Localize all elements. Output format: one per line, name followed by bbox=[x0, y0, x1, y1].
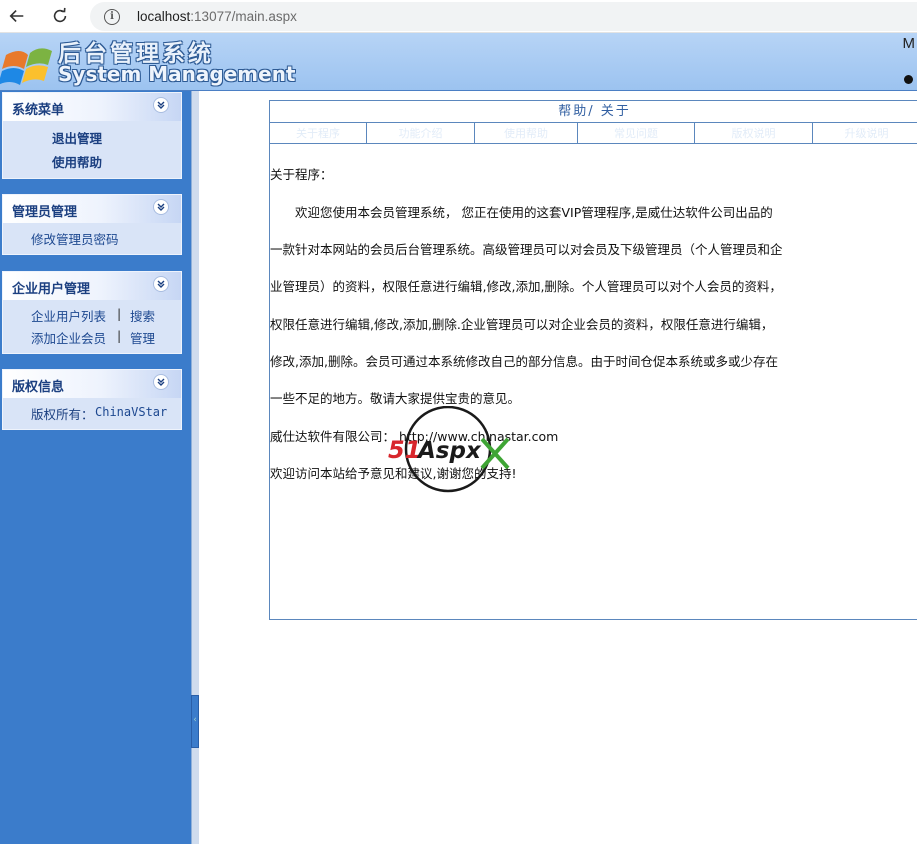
panel-admin-management: 管理员管理 修改管理员密码 bbox=[2, 194, 182, 255]
collapse-icon[interactable] bbox=[153, 276, 169, 292]
panel-title: 版权信息 bbox=[12, 380, 65, 395]
tab-about[interactable]: 关于程序 bbox=[270, 123, 367, 144]
tab-features[interactable]: 功能介绍 bbox=[367, 123, 475, 144]
panel-header[interactable]: 管理员管理 bbox=[3, 195, 181, 223]
app-subtitle: System Management bbox=[58, 62, 296, 86]
main-content: 帮助/ 关于 关于程序 功能介绍 使用帮助 常见问题 版权说明 升级说明 关于程… bbox=[199, 91, 917, 844]
browser-toolbar: i localhost:13077/main.aspx bbox=[0, 0, 917, 33]
panel-system-menu: 系统菜单 退出管理 使用帮助 bbox=[2, 92, 182, 179]
help-panel-title: 帮助/ 关于 bbox=[270, 101, 917, 123]
separator: | bbox=[117, 306, 122, 321]
address-bar[interactable]: i localhost:13077/main.aspx bbox=[90, 2, 917, 31]
header-right-label: M bbox=[902, 35, 916, 52]
panel-enterprise-users: 企业用户管理 企业用户列表 | 搜索 添加企业会员 | 管理 bbox=[2, 271, 182, 354]
separator: | bbox=[117, 328, 122, 343]
about-line: 业管理员）的资料，权限任意进行编辑,修改,添加,删除。个人管理员可以对个人会员的… bbox=[270, 279, 782, 294]
collapse-icon[interactable] bbox=[153, 97, 169, 113]
copyright-owner: ChinaVStar bbox=[95, 405, 168, 419]
watermark-logo: 51 Aspx bbox=[388, 406, 510, 493]
reload-icon[interactable] bbox=[47, 4, 73, 28]
tab-faq[interactable]: 常见问题 bbox=[578, 123, 695, 144]
tab-upgrade[interactable]: 升级说明 bbox=[813, 123, 917, 144]
url-host: localhost bbox=[137, 9, 191, 24]
manage-link[interactable]: 管理 bbox=[130, 328, 155, 347]
header-dot bbox=[904, 75, 913, 84]
panel-header[interactable]: 系统菜单 bbox=[3, 93, 181, 121]
copyright-label: 版权所有： bbox=[31, 407, 94, 422]
panel-header[interactable]: 企业用户管理 bbox=[3, 272, 181, 300]
back-arrow-icon[interactable] bbox=[4, 4, 30, 28]
url-path: :13077/main.aspx bbox=[190, 9, 297, 24]
enterprise-user-list-link[interactable]: 企业用户列表 bbox=[31, 306, 106, 325]
panel-title: 系统菜单 bbox=[12, 103, 65, 118]
sidebar: 系统菜单 退出管理 使用帮助 管理员管理 修改管理员密码 企业用户管理 企业用户… bbox=[0, 91, 191, 844]
collapse-icon[interactable] bbox=[153, 374, 169, 390]
app-header: 后台管理系统 System Management M bbox=[0, 33, 917, 91]
help-panel: 帮助/ 关于 关于程序 功能介绍 使用帮助 常见问题 版权说明 升级说明 关于程… bbox=[269, 100, 917, 620]
panel-copyright: 版权信息 版权所有： ChinaVStar bbox=[2, 369, 182, 430]
about-line: 修改,添加,删除。会员可通过本系统修改自己的部分信息。由于时间仓促本系统或多或少… bbox=[270, 354, 778, 369]
search-link[interactable]: 搜索 bbox=[130, 306, 155, 325]
site-info-icon[interactable]: i bbox=[104, 8, 120, 25]
windows-logo-icon bbox=[0, 48, 52, 85]
about-line: 一些不足的地方。敬请大家提供宝贵的意见。 bbox=[270, 391, 521, 406]
svg-text:51: 51 bbox=[388, 436, 421, 464]
logout-link[interactable]: 退出管理 bbox=[52, 128, 102, 147]
about-heading: 关于程序： bbox=[270, 167, 333, 182]
collapse-arrow-icon: ‹ bbox=[193, 715, 197, 725]
tab-copyright[interactable]: 版权说明 bbox=[695, 123, 813, 144]
tab-usage-help[interactable]: 使用帮助 bbox=[475, 123, 578, 144]
help-tabs: 关于程序 功能介绍 使用帮助 常见问题 版权说明 升级说明 bbox=[270, 123, 917, 144]
change-admin-password-link[interactable]: 修改管理员密码 bbox=[31, 229, 119, 248]
svg-text:Aspx: Aspx bbox=[416, 438, 482, 464]
collapse-icon[interactable] bbox=[153, 199, 169, 215]
about-line: 一款针对本网站的会员后台管理系统。高级管理员可以对会员及下级管理员（个人管理员和… bbox=[270, 242, 783, 257]
sidebar-toggle-handle[interactable]: ‹ bbox=[191, 695, 199, 748]
panel-header[interactable]: 版权信息 bbox=[3, 370, 181, 398]
about-line: 权限任意进行编辑,修改,添加,删除.企业管理员可以对企业会员的资料，权限任意进行… bbox=[270, 317, 774, 332]
about-line: 欢迎您使用本会员管理系统， 您正在使用的这套VIP管理程序,是威仕达软件公司出品… bbox=[270, 205, 773, 220]
panel-title: 管理员管理 bbox=[12, 205, 78, 220]
help-link[interactable]: 使用帮助 bbox=[52, 152, 102, 171]
add-enterprise-member-link[interactable]: 添加企业会员 bbox=[31, 328, 106, 347]
panel-title: 企业用户管理 bbox=[12, 282, 91, 297]
